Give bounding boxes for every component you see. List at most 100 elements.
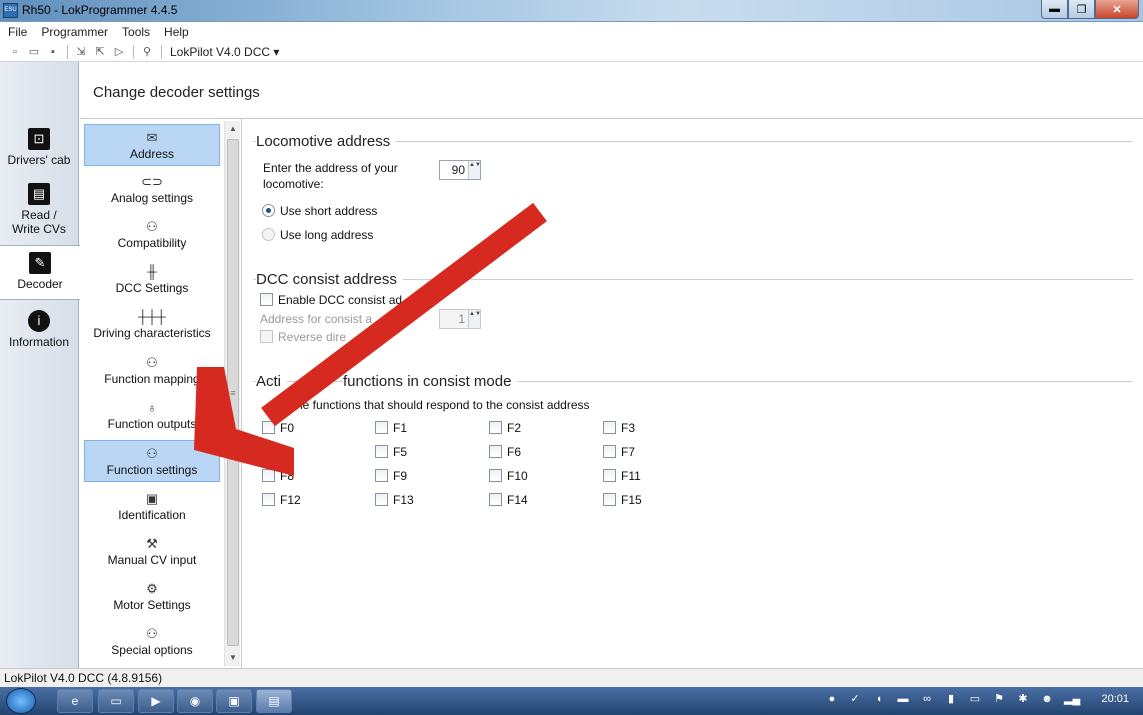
function-checkbox[interactable]	[375, 469, 388, 482]
tray-icon[interactable]: ✱	[1016, 692, 1030, 706]
firefox-icon[interactable]: ◉	[177, 689, 213, 713]
menu-help[interactable]: Help	[164, 25, 189, 39]
tray-icon[interactable]: ✓	[848, 692, 862, 706]
function-checkbox[interactable]	[489, 445, 502, 458]
media-player-icon[interactable]: ▶	[138, 689, 174, 713]
mode-drivers-cab[interactable]: ⊡ Drivers' cab	[0, 128, 78, 167]
settings-item-analog[interactable]: ⊂⊃ Analog settings	[84, 169, 220, 211]
function-checkbox[interactable]	[603, 421, 616, 434]
mode-decoder[interactable]: ✎ Decoder	[0, 245, 80, 300]
volume-icon[interactable]: ◖	[872, 692, 886, 706]
maximize-button[interactable]: ❐	[1068, 0, 1095, 19]
window-title: Rh50 - LokProgrammer 4.4.5	[22, 3, 178, 17]
scroll-thumb[interactable]: ≡	[227, 139, 239, 646]
function-checkbox[interactable]	[262, 469, 275, 482]
clock[interactable]: 20:01	[1101, 693, 1129, 705]
long-address-label[interactable]: Use long address	[280, 228, 373, 242]
function-label: F14	[507, 493, 528, 507]
mode-information[interactable]: i Information	[0, 310, 78, 349]
function-label: F13	[393, 493, 414, 507]
function-checkbox[interactable]	[262, 421, 275, 434]
function-checkbox[interactable]	[603, 445, 616, 458]
address-stepper[interactable]: 90 ▲▼	[439, 160, 481, 180]
settings-item-function-settings[interactable]: ⚇ Function settings	[84, 440, 220, 482]
function-checkbox[interactable]	[262, 445, 275, 458]
explorer-icon[interactable]: ▭	[98, 689, 134, 713]
tray-icon[interactable]: ●	[825, 692, 839, 706]
function-checkbox[interactable]	[375, 493, 388, 506]
page-title: Change decoder settings	[93, 84, 260, 101]
long-address-radio[interactable]	[262, 228, 275, 241]
decoder-combo[interactable]: LokPilot V4.0 DCC ▾	[170, 45, 279, 59]
settings-item-function-mapping[interactable]: ⚇ Function mapping	[84, 350, 220, 392]
menu-programmer[interactable]: Programmer	[41, 25, 108, 39]
short-address-label[interactable]: Use short address	[280, 204, 377, 218]
settings-scrollbar[interactable]: ▲ ≡ ▼	[224, 121, 240, 666]
reverse-direction-label[interactable]: Reverse dire	[278, 330, 346, 344]
envelope-icon: ✉	[146, 130, 158, 145]
function-checkbox[interactable]	[603, 469, 616, 482]
play-icon[interactable]: ▷	[112, 45, 126, 59]
settings-item-driving[interactable]: ┼┼┼ Driving characteristics	[84, 304, 220, 346]
function-label: F11	[621, 469, 641, 483]
import-icon[interactable]: ⇲	[74, 45, 88, 59]
consist-address-label: Address for consist a	[260, 312, 373, 326]
settings-item-motor[interactable]: ⚙ Motor Settings	[84, 576, 220, 618]
consist-address-stepper[interactable]: 1 ▲▼	[439, 309, 481, 329]
settings-item-address[interactable]: ✉ Address	[84, 124, 220, 166]
open-icon[interactable]: ▭	[27, 45, 41, 59]
app-icon[interactable]: ▣	[216, 689, 252, 713]
tray-icon[interactable]: ▮	[944, 692, 958, 706]
ie-icon[interactable]: e	[57, 689, 93, 713]
settings-item-compatibility[interactable]: ⚇ Compatibility	[84, 214, 220, 256]
function-checkbox[interactable]	[489, 421, 502, 434]
settings-item-dcc[interactable]: ╫ DCC Settings	[84, 259, 220, 301]
decoder-icon: ✎	[29, 252, 51, 274]
settings-item-manual-cv[interactable]: ⚒ Manual CV input	[84, 531, 220, 573]
function-checkbox[interactable]	[489, 469, 502, 482]
close-button[interactable]: ✕	[1095, 0, 1139, 19]
tray-icon[interactable]: ▬	[896, 692, 910, 706]
function-checkbox[interactable]	[375, 421, 388, 434]
tray-icon[interactable]: ∞	[920, 692, 934, 706]
sliders-icon: ┼┼┼	[138, 309, 166, 324]
tray-icon[interactable]: ▭	[968, 692, 982, 706]
export-icon[interactable]: ⇱	[93, 45, 107, 59]
new-icon[interactable]: ▫	[8, 45, 22, 59]
app-icon[interactable]: ESU	[3, 3, 18, 18]
start-button[interactable]	[6, 688, 36, 714]
save-icon[interactable]: ▪	[46, 45, 60, 59]
function-checkbox[interactable]	[375, 445, 388, 458]
menu-file[interactable]: File	[8, 25, 27, 39]
short-address-radio[interactable]	[262, 204, 275, 217]
minimize-button[interactable]: ▬	[1041, 0, 1068, 19]
scroll-up-icon[interactable]: ▲	[225, 121, 241, 137]
consist-functions-instruction: ct the functions that should respond to …	[280, 398, 590, 412]
stepper-arrows-icon[interactable]: ▲▼	[468, 310, 481, 328]
settings-item-identification[interactable]: ▣ Identification	[84, 486, 220, 528]
mode-read-write-cvs[interactable]: ▤ Read / Write CVs	[0, 183, 78, 236]
function-label: F0	[280, 421, 295, 435]
enable-consist-label[interactable]: Enable DCC consist ad	[278, 293, 402, 307]
reverse-direction-checkbox[interactable]	[260, 330, 273, 343]
network-icon[interactable]: ▂▄	[1064, 692, 1080, 706]
probe-icon[interactable]: ⚲	[140, 45, 154, 59]
lokprogrammer-icon[interactable]: ▤	[256, 689, 292, 713]
function-checkbox[interactable]	[262, 493, 275, 506]
consist-address-value: 1	[458, 312, 465, 326]
settings-item-label: Compatibility	[117, 236, 187, 250]
flag-icon[interactable]: ⚑	[992, 692, 1006, 706]
tray-icon[interactable]: ☻	[1040, 692, 1054, 706]
function-checkbox[interactable]	[489, 493, 502, 506]
function-label: F2	[507, 421, 522, 435]
menu-bar: File Programmer Tools Help	[0, 22, 1143, 42]
enable-consist-checkbox[interactable]	[260, 293, 273, 306]
function-checkbox[interactable]	[603, 493, 616, 506]
mode-label: Information	[8, 335, 70, 349]
stepper-arrows-icon[interactable]: ▲▼	[468, 161, 481, 179]
scroll-down-icon[interactable]: ▼	[225, 650, 241, 666]
settings-item-special-options[interactable]: ⚇ Special options	[84, 621, 220, 663]
function-label: F6	[507, 445, 522, 459]
settings-item-function-outputs[interactable]: ♁ Function outputs	[84, 395, 220, 437]
menu-tools[interactable]: Tools	[122, 25, 150, 39]
